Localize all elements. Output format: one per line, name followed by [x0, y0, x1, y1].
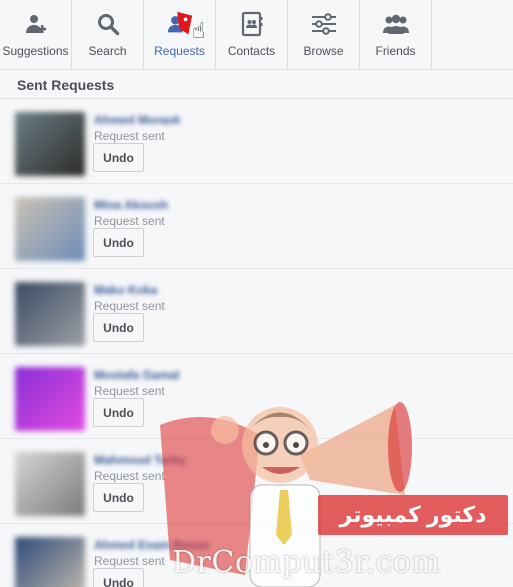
request-name[interactable]: Mako Koka — [94, 283, 157, 297]
nav-label: Friends — [375, 44, 416, 58]
avatar[interactable] — [15, 197, 85, 261]
request-name[interactable]: Mina Akoush — [94, 198, 168, 212]
nav-label: Search — [88, 44, 127, 58]
friend-requests-icon — [166, 10, 194, 38]
list-item: Ahmed Moraok Request sent Undo — [0, 99, 513, 184]
nav-label: Suggestions — [2, 44, 69, 58]
section-title: Sent Requests — [0, 70, 513, 99]
nav-browse[interactable]: Browse — [288, 0, 360, 70]
nav-suggestions[interactable]: Suggestions — [0, 0, 72, 70]
request-status: Request sent — [94, 214, 165, 228]
sliders-icon — [310, 10, 338, 38]
request-status: Request sent — [94, 554, 165, 568]
nav-label: Contacts — [227, 44, 276, 58]
nav-contacts[interactable]: Contacts — [216, 0, 288, 70]
list-item: Mostafa Gamal Request sent Undo — [0, 354, 513, 439]
search-icon — [94, 10, 122, 38]
request-name[interactable]: Mostafa Gamal — [94, 368, 179, 382]
undo-button[interactable]: Undo — [93, 398, 144, 427]
avatar[interactable] — [15, 367, 85, 431]
undo-button[interactable]: Undo — [93, 568, 144, 587]
request-status: Request sent — [94, 129, 165, 143]
watermark-arabic-text: دكتور كمبيوتر — [318, 495, 508, 535]
request-status: Request sent — [94, 469, 165, 483]
hand-cursor-icon: ☝ — [192, 18, 206, 43]
avatar[interactable] — [15, 537, 85, 587]
nav-label: Browse — [303, 44, 344, 58]
watermark-latin-text: DrComput3r.com — [172, 545, 441, 580]
add-person-icon — [22, 10, 50, 38]
undo-button[interactable]: Undo — [93, 228, 144, 257]
list-item: Mako Koka Request sent Undo — [0, 269, 513, 354]
undo-button[interactable]: Undo — [93, 483, 144, 512]
undo-button[interactable]: Undo — [93, 143, 144, 172]
nav-search[interactable]: Search — [72, 0, 144, 70]
top-navigation: Suggestions Search Requests ☝ Contacts B… — [0, 0, 513, 70]
nav-friends[interactable]: Friends — [360, 0, 432, 70]
request-status: Request sent — [94, 384, 165, 398]
request-status: Request sent — [94, 299, 165, 313]
request-name[interactable]: Mahmoud Turky — [94, 453, 186, 467]
request-name[interactable]: Ahmed Moraok — [94, 113, 181, 127]
avatar[interactable] — [15, 112, 85, 176]
avatar[interactable] — [15, 452, 85, 516]
contacts-book-icon — [238, 10, 266, 38]
avatar[interactable] — [15, 282, 85, 346]
nav-label: Requests — [154, 44, 205, 58]
people-icon — [382, 10, 410, 38]
nav-requests[interactable]: Requests ☝ — [144, 0, 216, 70]
undo-button[interactable]: Undo — [93, 313, 144, 342]
list-item: Mina Akoush Request sent Undo — [0, 184, 513, 269]
